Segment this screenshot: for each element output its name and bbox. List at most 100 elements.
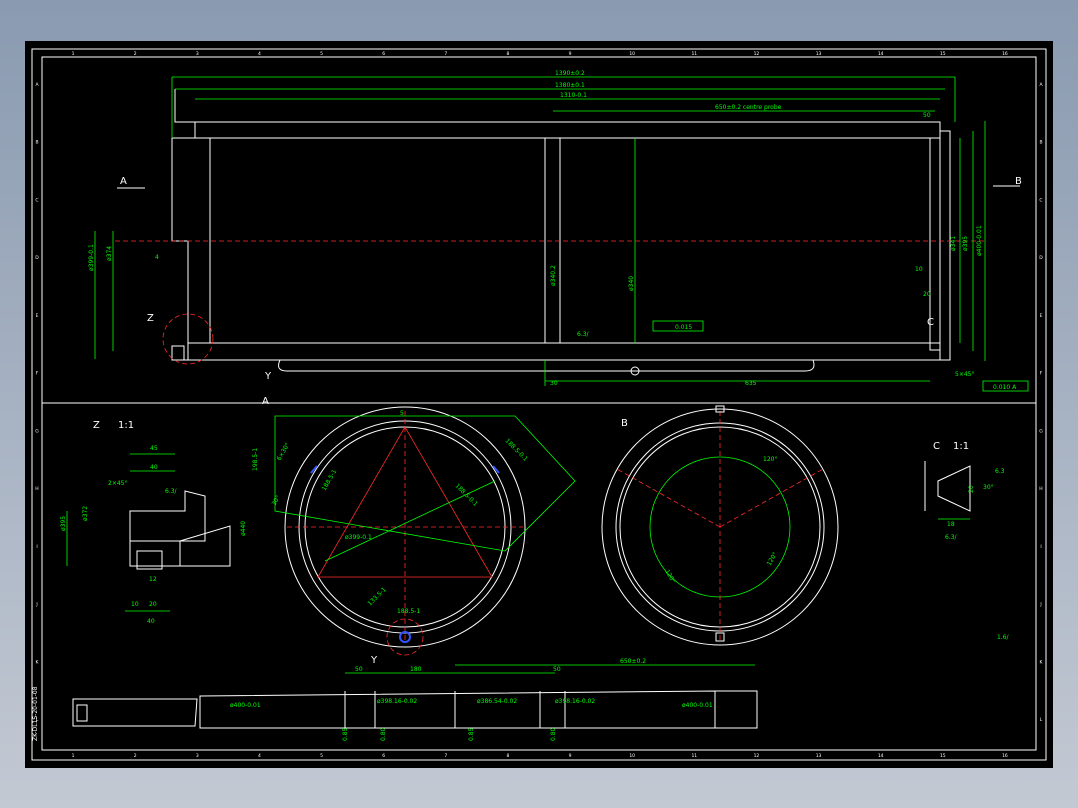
- grid-numbers-bottom: 1 2 3 4 5 6 7 8 9 10 11 12 13 14 15 16: [72, 753, 1008, 759]
- va-d5: 133.5-1: [366, 586, 387, 607]
- shaft-right-end: [715, 690, 758, 729]
- inner-bore: [209, 137, 941, 344]
- label-Z: Z: [147, 313, 154, 324]
- z-dia-372: ø372: [82, 506, 89, 521]
- label-C-section: C: [927, 317, 934, 328]
- grid-col-top-7: 7: [444, 51, 447, 57]
- cad-drawing: 1 2 3 4 5 6 7 8 9 10 11 12 13 14 15 16 1 2 3 4 5 6 7 8 9 10 11 12 1…: [31, 48, 1047, 761]
- drawing-code: ZK-DL1S-20-01-08: [32, 686, 39, 741]
- view-B-circle: B 120° 120° 120°: [601, 405, 839, 646]
- sh-50a: 50: [355, 666, 363, 673]
- sh-d400b: ø400-0.01: [682, 702, 713, 709]
- va-bottom-dim: 188.5-1: [397, 608, 420, 615]
- va-dia: ø399-0.1: [345, 534, 372, 541]
- grid-col-top-8: 8: [507, 51, 510, 57]
- va-d4: 188.5-1: [321, 468, 339, 492]
- vb-120-1: 120°: [763, 456, 777, 463]
- grid-row-right-A: A: [1039, 82, 1043, 88]
- dc-30: 30°: [983, 484, 994, 491]
- dim-text-50: 50: [923, 112, 931, 119]
- shaft-left-cap: [76, 704, 88, 722]
- grid-row-right-H: H: [1039, 486, 1042, 492]
- z-dim-chamfer: 2×45°: [108, 480, 127, 487]
- sh-d386: ø386.54-0.02: [477, 698, 517, 705]
- grid-col-bottom-5: 5: [320, 753, 323, 759]
- dim-text-10: 10: [915, 266, 923, 273]
- view-B-title: B: [621, 418, 628, 429]
- left-flange: [171, 138, 189, 361]
- sh-085b: 0.85: [468, 727, 475, 741]
- va-30: 30°: [271, 494, 282, 507]
- bottom-shaft-view: 50 180 50 650±0.2 ø400-0.01 ø398.16-0.02…: [72, 658, 758, 741]
- sh-180: 180: [410, 666, 422, 673]
- detail-C-view: C 1:1 20 30° 6.3 18 6.3/: [924, 441, 1005, 541]
- grid-col-top-9: 9: [569, 51, 572, 57]
- dim-text-1390: 1390±0.2: [555, 70, 585, 77]
- grid-numbers-top: 1 2 3 4 5 6 7 8 9 10 11 12 13 14 15 16: [72, 51, 1008, 57]
- tolerance-value-right: 0.010 A: [993, 384, 1017, 391]
- left-flange-top: [172, 89, 196, 139]
- grid-row-right-L: L: [1040, 717, 1043, 723]
- grid-col-bottom-8: 8: [507, 753, 510, 759]
- sh-080a: 0.80: [380, 727, 387, 741]
- dia-text-395: ø395: [962, 236, 969, 251]
- dim-text-4: 4: [155, 254, 159, 261]
- sh-080b: 0.80: [550, 727, 557, 741]
- left-flange-bottom-step: [171, 345, 185, 361]
- grid-row-right-G: G: [1039, 428, 1043, 434]
- grid-row-left-A: A: [35, 82, 39, 88]
- main-section-view: 1390±0.2 1380±0.1 1310-0.1 650±0.2 centr…: [88, 70, 1029, 392]
- grid-col-bottom-10: 10: [629, 753, 635, 759]
- dim-text-chamfer: 5×45°: [955, 371, 974, 378]
- grid-col-top-1: 1: [72, 51, 75, 57]
- grid-col-bottom-2: 2: [134, 753, 137, 759]
- bottom-wall-hatch: [187, 342, 941, 361]
- grid-col-top-3: 3: [196, 51, 199, 57]
- dc-20: 20: [968, 485, 975, 493]
- grid-col-top-16: 16: [1002, 51, 1008, 57]
- grid-col-bottom-13: 13: [816, 753, 822, 759]
- grid-col-top-12: 12: [754, 51, 760, 57]
- z-dim-45: 45: [150, 445, 158, 452]
- outer-border: [31, 48, 1047, 761]
- view-B-arm-1: [616, 468, 721, 528]
- drawing-sheet: 1 2 3 4 5 6 7 8 9 10 11 12 13 14 15 16 1 2 3 4 5 6 7 8 9 10 11 12 1…: [25, 41, 1053, 768]
- grid-row-left-F: F: [36, 371, 39, 377]
- label-Y-bottom: Y: [370, 655, 378, 666]
- vb-120-2: 120°: [663, 569, 676, 585]
- grid-row-left-D: D: [35, 255, 39, 261]
- grid-row-right-C: C: [1039, 197, 1042, 203]
- detail-Z-scale: 1:1: [118, 420, 134, 431]
- view-A-title: A: [262, 396, 269, 407]
- shaft-left-end: [72, 698, 198, 727]
- label-Y: Y: [264, 371, 272, 382]
- z-dim-12: 12: [149, 576, 157, 583]
- grid-row-left-G: G: [35, 428, 39, 434]
- grid-col-top-11: 11: [691, 51, 697, 57]
- grid-row-right-I: I: [1040, 544, 1041, 550]
- grid-row-left-J: J: [35, 602, 37, 608]
- sh-650: 650±0.2: [620, 658, 646, 665]
- dc-18: 18: [947, 521, 955, 528]
- dc-surface: 6.3/: [945, 534, 958, 541]
- grid-col-bottom-16: 16: [1002, 753, 1008, 759]
- detail-Z-view: Z 1:1 45 40 2×45° 6.3/ ø395 ø372 ø440 12…: [60, 420, 247, 625]
- z-dia-395: ø395: [60, 516, 67, 531]
- dia-text-400: ø400-0.01: [976, 225, 983, 256]
- dia-text-399: ø399-0.1: [88, 244, 95, 271]
- grid-letters-left: ABCDEFGHIJKL: [35, 82, 39, 723]
- va-d2: 188.5-0.1: [454, 482, 480, 508]
- top-wall-hatch: [194, 121, 941, 139]
- grid-row-right-D: D: [1039, 255, 1043, 261]
- grid-col-bottom-14: 14: [878, 753, 884, 759]
- detail-C-taper: [937, 465, 971, 512]
- z-surface: 6.3/: [165, 488, 178, 495]
- grid-col-top-6: 6: [382, 51, 385, 57]
- grid-col-top-2: 2: [134, 51, 137, 57]
- sh-d400a: ø400-0.01: [230, 702, 261, 709]
- sh-085a: 0.85: [342, 727, 349, 741]
- sh-50b: 50: [553, 666, 561, 673]
- dim-text-30: 30: [550, 380, 558, 387]
- grid-col-bottom-6: 6: [382, 753, 385, 759]
- grid-col-top-15: 15: [940, 51, 946, 57]
